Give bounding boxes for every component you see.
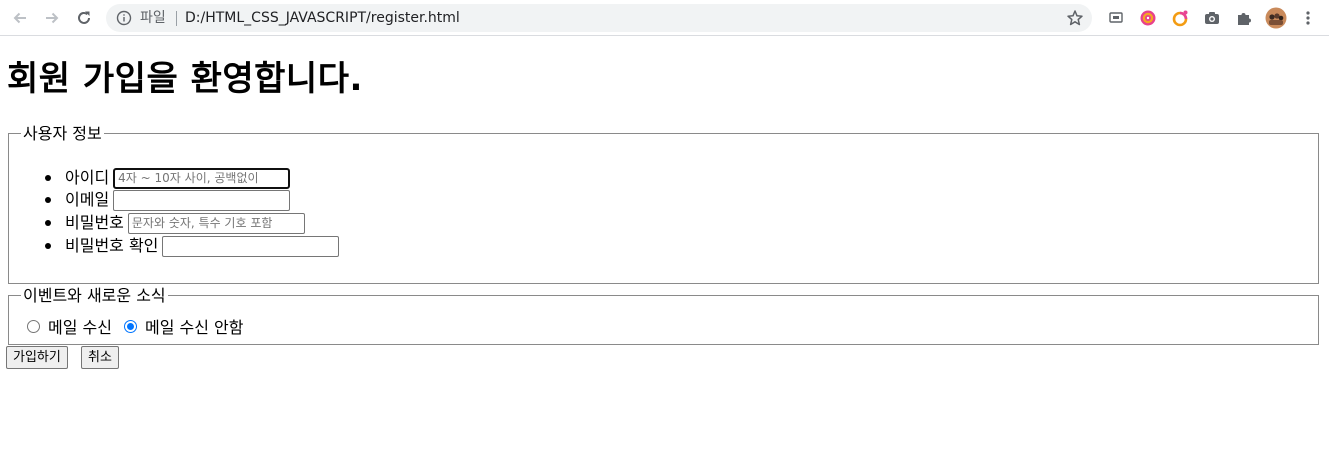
- url-scheme-label: 파일: [140, 10, 166, 26]
- id-label: 아이디: [65, 168, 110, 187]
- bullet-icon: [45, 220, 51, 226]
- url-divider: [176, 11, 177, 26]
- url-text[interactable]: D:/HTML_CSS_JAVASCRIPT/register.html: [185, 9, 460, 27]
- user-info-legend: 사용자 정보: [21, 124, 104, 144]
- browser-toolbar: 파일 D:/HTML_CSS_JAVASCRIPT/register.html: [0, 0, 1329, 36]
- email-input[interactable]: [113, 189, 291, 211]
- mail-receive-radio[interactable]: [27, 319, 40, 333]
- puzzle-icon[interactable]: [1233, 7, 1255, 29]
- mail-receive-label[interactable]: 메일 수신: [48, 314, 112, 338]
- back-arrow-icon[interactable]: [8, 6, 32, 30]
- media-router-icon[interactable]: [1105, 7, 1127, 29]
- password-input[interactable]: [127, 212, 305, 234]
- reload-icon[interactable]: [72, 6, 96, 30]
- user-info-fieldset: 사용자 정보 아이디 이메일 비밀번호 비밀번호 확인: [8, 124, 1319, 284]
- target-extension-icon[interactable]: [1137, 7, 1159, 29]
- bookmark-star-icon[interactable]: [1066, 9, 1084, 27]
- info-icon[interactable]: [116, 10, 132, 26]
- menu-kebab-icon[interactable]: [1297, 7, 1319, 29]
- bullet-icon: [45, 175, 51, 181]
- ring-extension-icon[interactable]: [1169, 7, 1191, 29]
- cancel-button[interactable]: 취소: [81, 346, 119, 369]
- id-input[interactable]: [113, 167, 291, 189]
- list-item: 비밀번호: [45, 212, 305, 234]
- avatar[interactable]: [1264, 6, 1288, 30]
- mail-decline-label[interactable]: 메일 수신 안함: [145, 314, 244, 338]
- list-item: 아이디: [45, 167, 291, 189]
- password-confirm-input[interactable]: [162, 235, 340, 257]
- forward-arrow-icon[interactable]: [40, 6, 64, 30]
- list-item: 비밀번호 확인: [45, 235, 340, 257]
- bullet-icon: [45, 197, 51, 203]
- list-item: 이메일: [45, 189, 291, 211]
- page-title: 회원 가입을 환영합니다.: [7, 59, 363, 99]
- password-confirm-label: 비밀번호 확인: [65, 236, 159, 255]
- password-label: 비밀번호: [65, 213, 124, 232]
- newsletter-options: 메일 수신 메일 수신 안함: [27, 314, 243, 338]
- newsletter-legend: 이벤트와 새로운 소식: [21, 286, 168, 306]
- address-bar[interactable]: 파일 D:/HTML_CSS_JAVASCRIPT/register.html: [106, 4, 1092, 32]
- newsletter-fieldset: 이벤트와 새로운 소식 메일 수신 메일 수신 안함: [8, 286, 1319, 345]
- camera-icon[interactable]: [1201, 7, 1223, 29]
- email-label: 이메일: [65, 190, 110, 209]
- bullet-icon: [45, 243, 51, 249]
- submit-button[interactable]: 가입하기: [6, 346, 68, 369]
- mail-decline-radio[interactable]: [123, 319, 137, 333]
